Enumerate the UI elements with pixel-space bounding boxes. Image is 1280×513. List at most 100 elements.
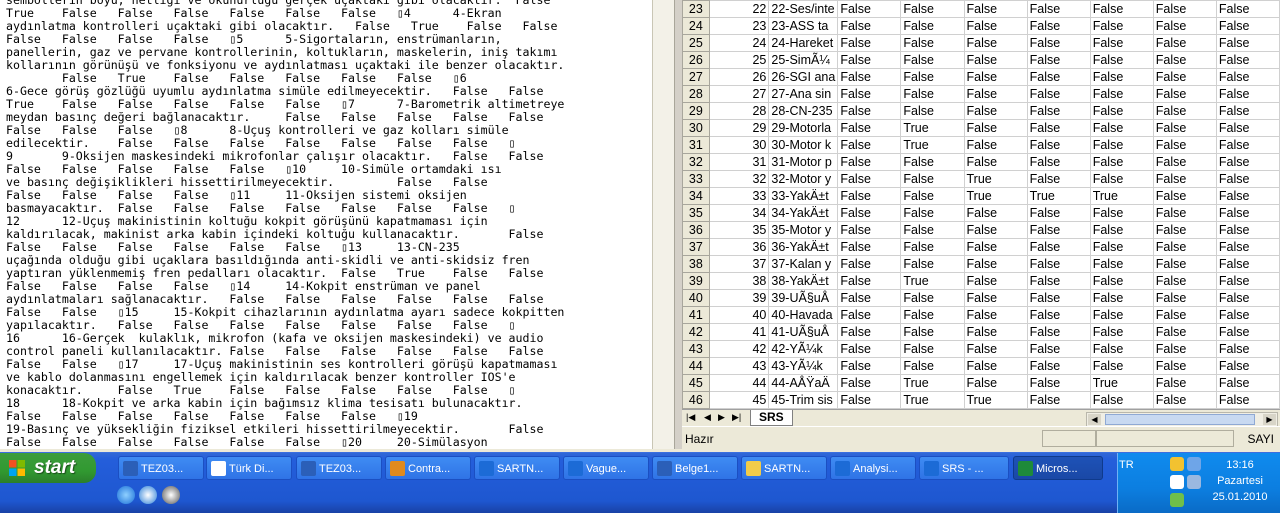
table-cell[interactable]: False — [1152, 340, 1217, 358]
table-cell[interactable]: False — [963, 255, 1028, 273]
table-cell[interactable]: False — [1089, 17, 1154, 35]
table-cell[interactable]: False — [1152, 272, 1217, 290]
table-cell[interactable]: False — [1152, 221, 1217, 239]
sheet-tab-srs[interactable]: SRS — [750, 410, 793, 426]
table-cell[interactable]: False — [1026, 136, 1091, 154]
media-player-icon[interactable] — [139, 486, 157, 504]
table-cell[interactable]: False — [1089, 170, 1154, 188]
table-cell[interactable]: False — [963, 340, 1028, 358]
table-cell[interactable]: False — [1089, 51, 1154, 69]
table-cell[interactable]: False — [1089, 323, 1154, 341]
scroll-left-icon[interactable]: ◀ — [1088, 414, 1101, 425]
row-header[interactable]: 27 — [682, 68, 710, 86]
table-cell[interactable]: False — [1089, 340, 1154, 358]
row-header[interactable]: 34 — [682, 187, 710, 205]
table-cell[interactable]: False — [1089, 238, 1154, 256]
row-header[interactable]: 41 — [682, 306, 710, 324]
table-cell[interactable]: 44 — [708, 374, 770, 392]
table-cell[interactable]: False — [837, 340, 902, 358]
table-cell[interactable]: False — [1089, 272, 1154, 290]
row-header[interactable]: 24 — [682, 17, 710, 35]
table-cell[interactable]: 29-Motorla — [768, 119, 839, 137]
table-cell[interactable]: False — [1215, 289, 1280, 307]
table-cell[interactable]: False — [1026, 51, 1091, 69]
table-cell[interactable]: False — [837, 374, 902, 392]
table-cell[interactable]: False — [963, 102, 1028, 120]
table-cell[interactable]: False — [837, 221, 902, 239]
taskbar-button[interactable]: SRS - ... — [919, 456, 1009, 480]
table-cell[interactable]: False — [837, 357, 902, 375]
row-header[interactable]: 45 — [682, 374, 710, 392]
table-cell[interactable]: False — [900, 34, 965, 52]
internet-explorer-icon[interactable] — [117, 486, 135, 504]
table-cell[interactable]: False — [900, 51, 965, 69]
table-cell[interactable]: False — [900, 340, 965, 358]
table-cell[interactable]: True — [900, 272, 965, 290]
table-cell[interactable]: False — [1215, 170, 1280, 188]
table-cell[interactable]: False — [1026, 289, 1091, 307]
table-cell[interactable]: True — [900, 119, 965, 137]
table-cell[interactable]: 33 — [708, 187, 770, 205]
table-cell[interactable]: False — [900, 204, 965, 222]
table-cell[interactable]: False — [1026, 17, 1091, 35]
table-cell[interactable]: False — [1215, 136, 1280, 154]
table-cell[interactable]: 24 — [708, 34, 770, 52]
scroll-thumb[interactable] — [1105, 414, 1255, 425]
row-header[interactable]: 43 — [682, 340, 710, 358]
table-cell[interactable]: False — [837, 289, 902, 307]
table-cell[interactable]: False — [1152, 102, 1217, 120]
table-cell[interactable]: 28 — [708, 102, 770, 120]
table-cell[interactable]: False — [1215, 17, 1280, 35]
table-cell[interactable]: False — [900, 85, 965, 103]
table-cell[interactable]: 39 — [708, 289, 770, 307]
table-cell[interactable]: False — [1215, 204, 1280, 222]
table-cell[interactable]: False — [1089, 221, 1154, 239]
taskbar-button[interactable]: Analysi... — [830, 456, 916, 480]
table-cell[interactable]: False — [963, 357, 1028, 375]
table-cell[interactable]: False — [1215, 34, 1280, 52]
row-header[interactable]: 42 — [682, 323, 710, 341]
table-cell[interactable]: 37-Kalan y — [768, 255, 839, 273]
table-cell[interactable]: False — [1152, 255, 1217, 273]
table-cell[interactable]: False — [1152, 34, 1217, 52]
taskbar-button[interactable]: TEZ03... — [118, 456, 204, 480]
table-cell[interactable]: False — [900, 221, 965, 239]
table-cell[interactable]: False — [1089, 204, 1154, 222]
table-cell[interactable]: 28-CN-235 — [768, 102, 839, 120]
table-cell[interactable]: False — [900, 306, 965, 324]
table-cell[interactable]: False — [1152, 170, 1217, 188]
table-cell[interactable]: False — [837, 323, 902, 341]
table-cell[interactable]: 42-YÃ¼k — [768, 340, 839, 358]
table-cell[interactable]: False — [1089, 68, 1154, 86]
security-shield-icon[interactable] — [1170, 457, 1184, 471]
table-cell[interactable]: False — [837, 204, 902, 222]
row-header[interactable]: 26 — [682, 51, 710, 69]
table-cell[interactable]: False — [837, 68, 902, 86]
table-cell[interactable]: False — [900, 0, 965, 18]
table-cell[interactable]: False — [900, 68, 965, 86]
table-cell[interactable]: False — [1152, 323, 1217, 341]
table-cell[interactable]: False — [900, 255, 965, 273]
table-cell[interactable]: False — [1215, 119, 1280, 137]
table-cell[interactable]: 36 — [708, 238, 770, 256]
table-cell[interactable]: False — [1026, 255, 1091, 273]
row-header[interactable]: 38 — [682, 255, 710, 273]
table-cell[interactable]: 33-YakÄ±t — [768, 187, 839, 205]
table-cell[interactable]: False — [963, 119, 1028, 137]
table-cell[interactable]: False — [1026, 170, 1091, 188]
table-cell[interactable]: True — [1026, 187, 1091, 205]
table-cell[interactable]: False — [1026, 102, 1091, 120]
table-cell[interactable]: False — [837, 391, 902, 409]
table-cell[interactable]: False — [963, 238, 1028, 256]
table-cell[interactable]: False — [1215, 68, 1280, 86]
table-cell[interactable]: False — [1026, 204, 1091, 222]
table-cell[interactable]: False — [1152, 391, 1217, 409]
table-cell[interactable]: False — [837, 0, 902, 18]
table-cell[interactable]: 41-UÃ§uÅ — [768, 323, 839, 341]
table-cell[interactable]: False — [963, 374, 1028, 392]
row-header[interactable]: 40 — [682, 289, 710, 307]
table-cell[interactable]: 32 — [708, 170, 770, 188]
row-header[interactable]: 44 — [682, 357, 710, 375]
taskbar-button[interactable]: Türk Di... — [206, 456, 292, 480]
table-cell[interactable]: False — [1152, 68, 1217, 86]
